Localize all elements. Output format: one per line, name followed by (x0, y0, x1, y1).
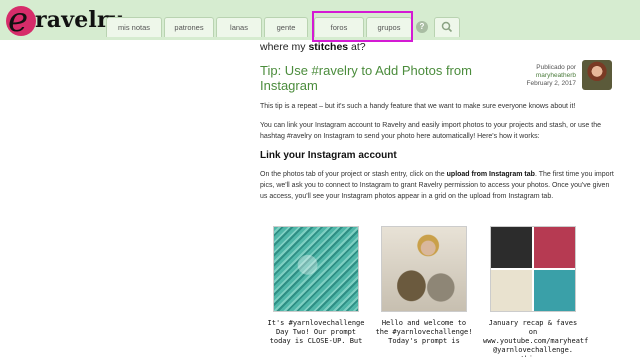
photo-caption-3: January recap & faves on www.youtube.com… (483, 319, 589, 357)
post-date: February 2, 2017 (526, 80, 576, 87)
search-icon (441, 21, 453, 33)
instagram-steps-paragraph: On the photos tab of your project or sta… (260, 169, 616, 202)
instagram-photo-3[interactable] (490, 226, 576, 312)
site-tagline: where my stitches at? (260, 41, 366, 53)
search-button[interactable] (434, 17, 460, 37)
intro-paragraph: This tip is a repeat – but it's such a h… (260, 103, 576, 110)
section-heading: Link your Instagram account (260, 150, 397, 161)
tabs-highlight-box (312, 11, 413, 42)
instagram-photo-1[interactable] (273, 226, 359, 312)
author-avatar[interactable] (582, 60, 612, 90)
post-byline: Publicado por maryheatherb February 2, 2… (496, 64, 576, 88)
tagline-prefix: where my (260, 41, 309, 53)
tagline-suffix: at? (348, 41, 366, 53)
tab-mis-notas[interactable]: mis notas (106, 17, 162, 37)
photo-caption-1: It's #yarnlovechallenge Day Two! Our pro… (267, 319, 365, 345)
tab-patrones[interactable]: patrones (164, 17, 214, 37)
tab-lanas[interactable]: lanas (216, 17, 262, 37)
author-link[interactable]: maryheatherb (496, 72, 576, 80)
instagram-photo-2[interactable] (381, 226, 467, 312)
para3-before: On the photos tab of your project or sta… (260, 171, 447, 178)
logo-e-glyph: e (8, 0, 29, 40)
post-title[interactable]: Tip: Use #ravelry to Add Photos from Ins… (260, 63, 522, 93)
tagline-bold: stitches (308, 41, 349, 53)
ravelry-logo[interactable]: e ravelry (0, 0, 122, 44)
instructions-paragraph: You can link your Instagram account to R… (260, 122, 601, 140)
published-label: Publicado por (536, 64, 576, 71)
photo-caption-2: Hello and welcome to the #yarnlovechalle… (375, 319, 473, 345)
para3-bold: upload from Instagram tab (446, 171, 535, 178)
help-icon[interactable]: ? (416, 21, 428, 33)
tab-gente[interactable]: gente (264, 17, 308, 37)
